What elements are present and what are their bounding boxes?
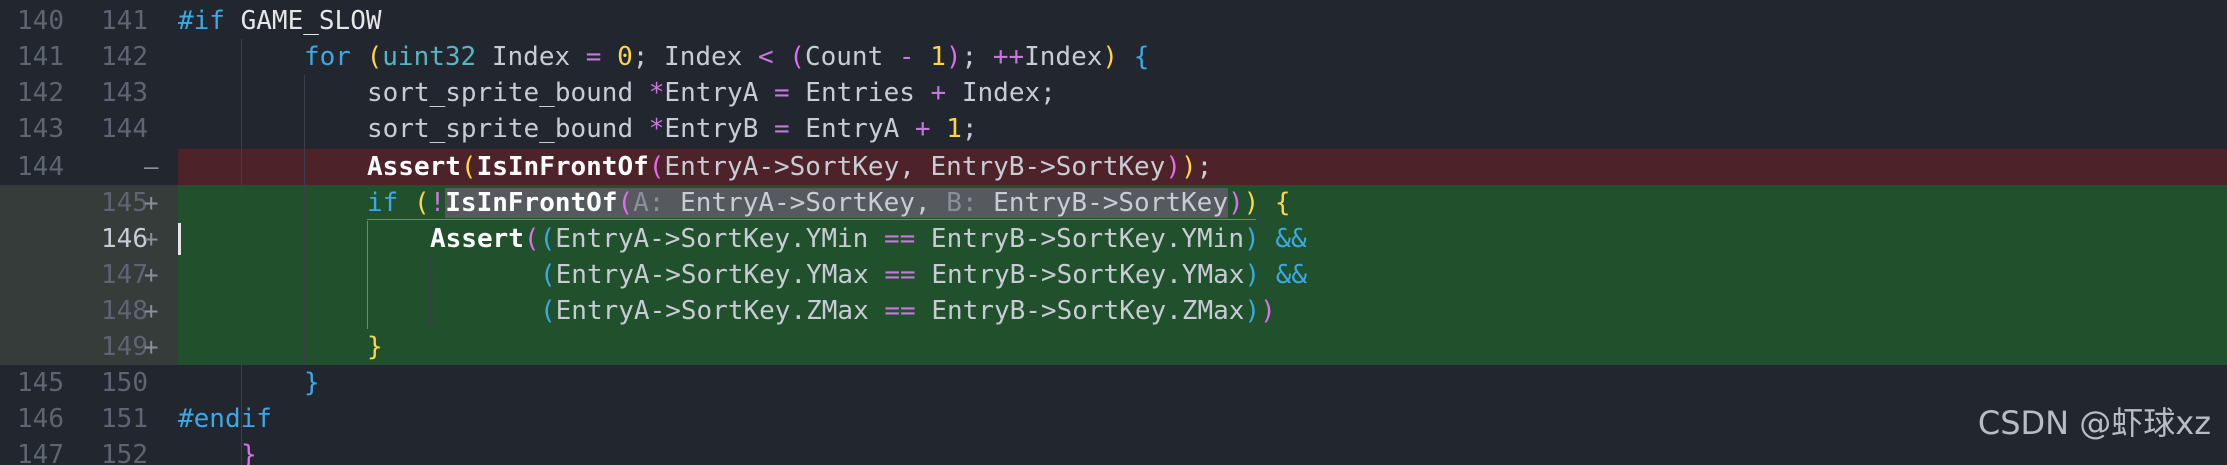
diff-added-marker: + xyxy=(144,333,159,361)
code-line[interactable]: 140 141 #if GAME_SLOW xyxy=(0,3,2227,39)
new-line-number: 150 xyxy=(101,368,148,398)
line-gutter: 146 151 xyxy=(0,401,178,437)
diff-added-marker: + xyxy=(144,189,159,217)
code-text: sort_sprite_bound *EntryB = EntryA + 1; xyxy=(367,114,978,144)
diff-added-marker: + xyxy=(144,261,159,289)
line-gutter: 142 143 xyxy=(0,75,178,111)
code-text: Assert((EntryA->SortKey.YMin == EntryB->… xyxy=(430,224,1307,254)
line-gutter: 145 + xyxy=(0,185,178,221)
code-line-added-active[interactable]: 146 + Assert((EntryA->SortKey.YMin == En… xyxy=(0,221,2227,257)
new-line-number: 152 xyxy=(101,440,148,465)
new-line-number: 142 xyxy=(101,42,148,72)
code-text: } xyxy=(304,368,320,398)
code-line-added[interactable]: 149 + } xyxy=(0,329,2227,365)
line-gutter: 144 — xyxy=(0,149,178,185)
code-text: } xyxy=(367,332,383,362)
new-line-number: 147 xyxy=(101,260,148,290)
line-gutter: 145 150 xyxy=(0,365,178,401)
watermark: CSDN @虾球xz xyxy=(1977,404,2211,442)
param-hint-b: B: xyxy=(946,188,978,218)
new-line-number: 149 xyxy=(101,332,148,362)
old-line-number: 141 xyxy=(17,42,64,72)
indent-guide xyxy=(493,257,494,329)
indent-guide xyxy=(241,39,242,465)
code-line[interactable]: 143 144 sort_sprite_bound *EntryB = Entr… xyxy=(0,111,2227,147)
code-text: Assert(IsInFrontOf(EntryA->SortKey, Entr… xyxy=(367,152,1213,182)
new-line-number: 141 xyxy=(101,6,148,36)
line-gutter: 143 144 xyxy=(0,111,178,147)
indent-guide-active xyxy=(367,221,368,329)
line-gutter: 146 + xyxy=(0,221,178,257)
old-line-number: 143 xyxy=(17,114,64,144)
new-line-number: 144 xyxy=(101,114,148,144)
code-line-added[interactable]: 147 + (EntryA->SortKey.YMax == EntryB->S… xyxy=(0,257,2227,293)
code-line-removed[interactable]: 144 — Assert(IsInFrontOf(EntryA->SortKey… xyxy=(0,149,2227,185)
code-text: (EntryA->SortKey.YMax == EntryB->SortKey… xyxy=(540,260,1308,290)
code-line[interactable]: 141 142 for (uint32 Index = 0; Index < (… xyxy=(0,39,2227,75)
diff-removed-marker: — xyxy=(144,153,159,181)
old-line-number: 146 xyxy=(17,404,64,434)
param-hint-a: A: xyxy=(633,188,665,218)
old-line-number: 147 xyxy=(17,440,64,465)
old-line-number: 144 xyxy=(17,152,64,182)
line-gutter: 147 + xyxy=(0,257,178,293)
code-text: #endif xyxy=(178,404,272,434)
new-line-number: 148 xyxy=(101,296,148,326)
old-line-number: 142 xyxy=(17,78,64,108)
code-line[interactable]: 145 150 } xyxy=(0,365,2227,401)
new-line-number: 146 xyxy=(101,224,148,254)
indent-guide xyxy=(430,257,431,329)
new-line-number: 143 xyxy=(101,78,148,108)
code-line[interactable]: 142 143 sort_sprite_bound *EntryA = Entr… xyxy=(0,75,2227,111)
new-line-number: 151 xyxy=(101,404,148,434)
line-gutter: 147 152 xyxy=(0,437,178,465)
code-line-added[interactable]: 148 + (EntryA->SortKey.ZMax == EntryB->S… xyxy=(0,293,2227,329)
old-line-number: 145 xyxy=(17,368,64,398)
text-cursor xyxy=(178,223,181,255)
line-gutter: 149 + xyxy=(0,329,178,365)
code-diff-editor[interactable]: 140 141 #if GAME_SLOW 141 142 for (uint3… xyxy=(0,0,2227,465)
code-text: for (uint32 Index = 0; Index < (Count - … xyxy=(304,42,1150,72)
indent-guide xyxy=(304,75,305,365)
diff-added-marker: + xyxy=(144,225,159,253)
code-text: (EntryA->SortKey.ZMax == EntryB->SortKey… xyxy=(540,296,1276,326)
code-text: if (!IsInFrontOf(A: EntryA->SortKey, B: … xyxy=(367,188,1291,218)
code-text: #if GAME_SLOW xyxy=(178,6,382,36)
code-line-added[interactable]: 145 + if (!IsInFrontOf(A: EntryA->SortKe… xyxy=(0,185,2227,221)
line-gutter: 141 142 xyxy=(0,39,178,75)
code-line[interactable]: 146 151 #endif xyxy=(0,401,2227,437)
line-gutter: 148 + xyxy=(0,293,178,329)
old-line-number: 140 xyxy=(17,6,64,36)
line-gutter: 140 141 xyxy=(0,3,178,39)
code-text: sort_sprite_bound *EntryA = Entries + In… xyxy=(367,78,1056,108)
diff-added-marker: + xyxy=(144,297,159,325)
code-line[interactable]: 147 152 } xyxy=(0,437,2227,465)
code-text: } xyxy=(241,440,257,465)
new-line-number: 145 xyxy=(101,188,148,218)
